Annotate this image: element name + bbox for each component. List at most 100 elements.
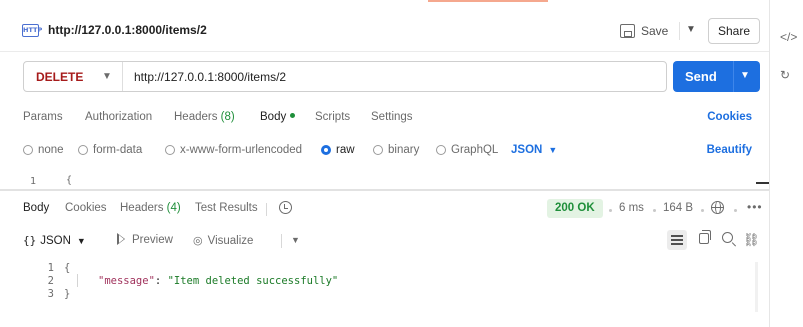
cookies-link[interactable]: Cookies [707,111,752,123]
tab-authorization[interactable]: Authorization [85,111,152,123]
radio-binary[interactable]: binary [373,144,419,156]
response-tab-body[interactable]: Body [23,202,49,214]
response-format-label: JSON [40,235,71,247]
play-icon [117,233,125,245]
radio-binary-label: binary [388,144,420,156]
radio-raw-label: raw [336,144,355,156]
visualize-divider [281,234,282,248]
code-text: "message": "Item deleted successfully" [98,275,338,287]
response-tabs: Body Cookies Headers (4) Test Results 20… [23,199,763,219]
url-bar: DELETE ▼ [23,61,667,92]
send-chevron-down-icon[interactable]: ▼ [740,70,750,81]
response-scrollbar[interactable] [755,262,758,312]
visualize-icon: ◎ [193,235,203,247]
tab-params[interactable]: Params [23,111,63,123]
language-chevron-down-icon: ▼ [548,145,558,155]
copy-icon[interactable] [699,230,711,244]
response-body-viewer[interactable]: 1 { 2 "message": "Item deleted successfu… [0,262,769,312]
method-chevron-down-icon[interactable]: ▼ [102,71,112,82]
request-title[interactable]: http://127.0.0.1:8000/items/2 [48,23,207,37]
tab-body-label: Body [260,111,287,123]
refresh-icon[interactable]: ↻ [780,68,790,82]
code-line: 2 "message": "Item deleted successfully" [0,275,769,287]
globe-icon[interactable] [711,201,724,214]
body-language-label: JSON [511,144,543,156]
tab-body[interactable]: Body [260,111,296,123]
visualize-button[interactable]: ◎ Visualize [193,234,253,247]
response-tab-headers-label: Headers [120,202,164,214]
tab-headers[interactable]: Headers (8) [174,111,235,123]
request-body-editor[interactable]: 1 { [0,174,769,189]
response-tab-headers[interactable]: Headers (4) [120,202,181,214]
search-icon[interactable] [722,232,733,243]
link-icon[interactable]: ⛓ [743,232,760,248]
meta-separator [701,209,704,212]
json-key: "message" [98,275,155,287]
radio-form-data[interactable]: form-data [78,144,142,156]
divider [0,51,769,52]
wrap-lines-icon[interactable] [667,230,687,250]
radio-binary-circle-icon [373,145,383,155]
save-divider [679,22,680,40]
body-type-options: none form-data x-www-form-urlencoded raw… [23,144,763,160]
braces-icon: {} [23,234,37,247]
save-label: Save [641,24,669,38]
code-line: 3 } [0,288,769,300]
meta-separator [653,209,656,212]
radio-urlencoded-circle-icon [165,145,175,155]
radio-graphql-circle-icon [436,145,446,155]
response-size[interactable]: 164 B [663,202,693,214]
response-tabs-divider [266,203,267,216]
beautify-button[interactable]: Beautify [707,144,752,156]
http-request-icon: HTTP [22,24,42,37]
visualize-chevron-down-icon[interactable]: ▼ [291,235,300,245]
send-divider [733,61,734,92]
right-sidebar-rail: </> ↻ [769,0,803,327]
body-language-select[interactable]: JSON ▼ [511,144,557,156]
code-line: 1 { [0,262,769,274]
json-value: "Item deleted successfully" [167,275,339,287]
response-tab-cookies[interactable]: Cookies [65,202,107,214]
url-divider [122,62,123,91]
code-icon[interactable]: </> [780,30,797,44]
body-active-dot-icon [290,113,296,118]
radio-form-data-circle-icon [78,145,88,155]
preview-button[interactable]: Preview [117,233,173,246]
tab-scripts[interactable]: Scripts [315,111,350,123]
response-tab-test-results[interactable]: Test Results [195,202,258,214]
radio-none-label: none [38,144,64,156]
radio-graphql-label: GraphQL [451,144,499,156]
radio-none[interactable]: none [23,144,64,156]
response-toolbar: {} JSON ▼ Preview ◎ Visualize ▼ ⛓ [23,230,763,251]
tab-headers-label: Headers [174,111,218,123]
format-chevron-down-icon: ▼ [76,236,86,246]
method-select[interactable]: DELETE [36,70,83,84]
editor-line-number: 1 [30,176,37,187]
preview-label: Preview [132,234,173,246]
request-title-row: HTTP http://127.0.0.1:8000/items/2 Save … [0,14,769,48]
tab-settings[interactable]: Settings [371,111,413,123]
code-text: { [64,262,71,274]
editor-fold-marker: { [66,175,73,186]
radio-urlencoded[interactable]: x-www-form-urlencoded [165,144,302,156]
share-button[interactable]: Share [708,18,760,44]
send-button[interactable]: Send ▼ [673,61,760,92]
url-input[interactable] [134,70,634,84]
status-badge[interactable]: 200 OK [547,199,603,218]
radio-graphql[interactable]: GraphQL [436,144,498,156]
response-time[interactable]: 6 ms [619,202,644,214]
meta-separator [609,209,612,212]
tab-headers-count: (8) [220,111,235,123]
request-workspace: HTTP http://127.0.0.1:8000/items/2 Save … [0,0,769,327]
save-dropdown-chevron-icon[interactable]: ▼ [686,24,696,35]
more-options-icon[interactable]: ••• [747,200,763,214]
pane-divider[interactable] [0,189,769,191]
radio-raw[interactable]: raw [321,144,355,156]
code-line-number: 1 [47,262,54,274]
code-line-number: 3 [47,288,54,300]
pane-resize-handle[interactable] [756,182,769,184]
response-format-select[interactable]: {} JSON ▼ [23,234,86,247]
request-tabs: Params Authorization Headers (8) Body Sc… [23,111,763,129]
save-icon [620,24,635,38]
history-icon[interactable] [279,201,292,214]
